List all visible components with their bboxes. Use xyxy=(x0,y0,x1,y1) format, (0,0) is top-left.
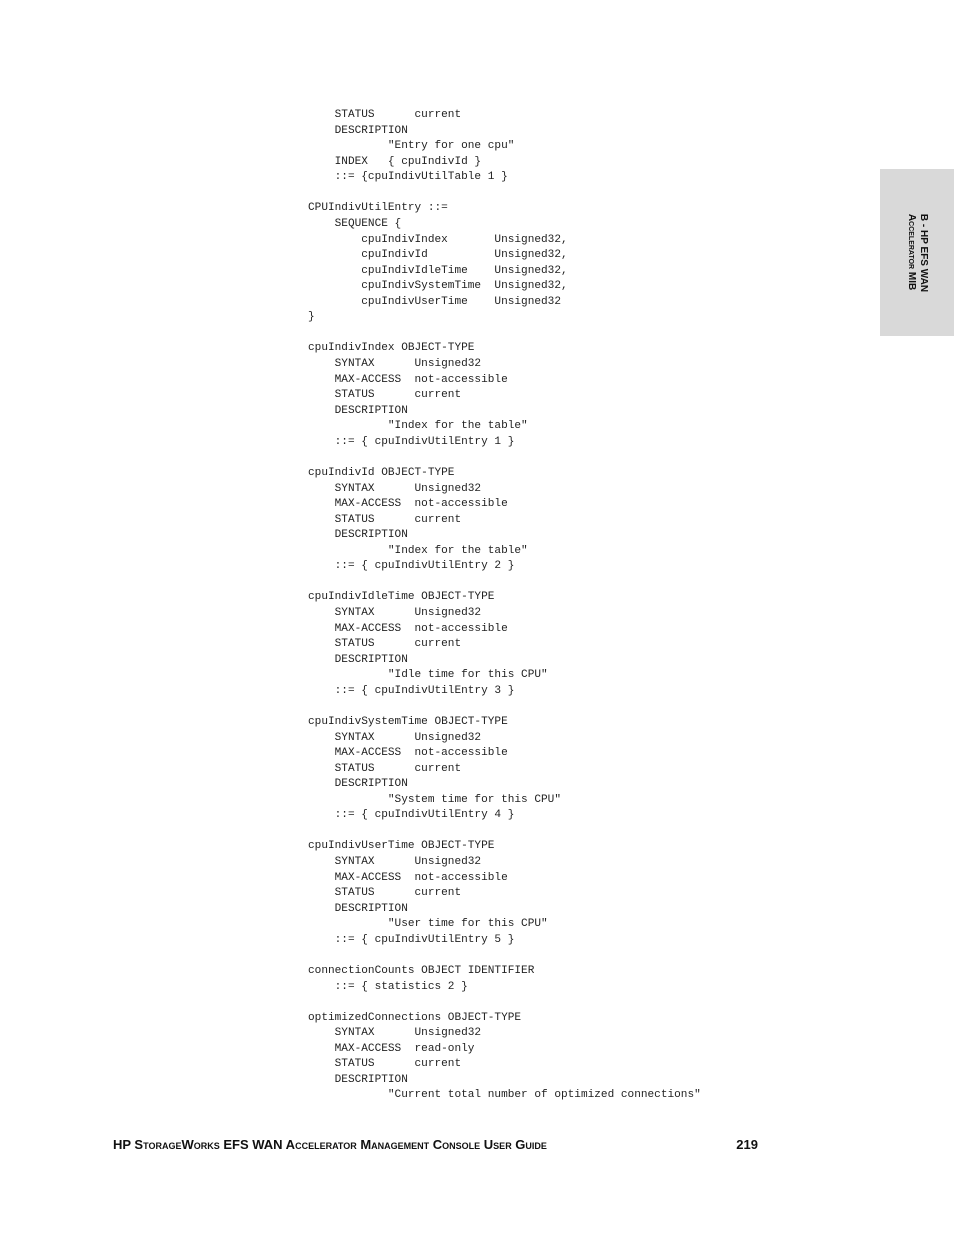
page-number: 219 xyxy=(736,1137,758,1152)
code-line: cpuIndivId Unsigned32, xyxy=(308,249,568,262)
code-line: "System time for this CPU" xyxy=(308,793,561,806)
code-line: SYNTAX Unsigned32 xyxy=(308,856,482,868)
code-line: DESCRIPTION xyxy=(308,653,408,666)
code-line: "Current total number of optimized conne… xyxy=(308,1089,701,1102)
code-line: optimizedConnections OBJECT-TYPE xyxy=(308,1011,522,1024)
code-line: SEQUENCE { xyxy=(308,217,402,230)
code-line: STATUS current xyxy=(308,109,462,121)
code-line: DESCRIPTION xyxy=(308,404,408,417)
code-line: STATUS current xyxy=(308,1058,462,1071)
code-line: SYNTAX Unsigned32 xyxy=(308,358,482,370)
code-line: MAX-ACCESS not-accessible xyxy=(308,498,508,511)
code-line: DESCRIPTION xyxy=(308,529,408,542)
chapter-tab-label: B - HP EFS WAN Accelerator MIB xyxy=(905,213,929,291)
code-line: ::= { cpuIndivUtilEntry 4 } xyxy=(308,809,515,822)
footer-guide-title: HP StorageWorks EFS WAN Accelerator Mana… xyxy=(113,1137,547,1152)
code-line: ::= { statistics 2 } xyxy=(308,980,468,993)
code-line: ::= { cpuIndivUtilEntry 5 } xyxy=(308,933,515,946)
mib-code-listing: STATUS current DESCRIPTION "Entry for on… xyxy=(308,108,701,1104)
code-line: SYNTAX Unsigned32 xyxy=(308,731,482,744)
chapter-tab-line2: Accelerator MIB xyxy=(906,213,917,290)
code-line: MAX-ACCESS not-accessible xyxy=(308,747,508,760)
code-line: STATUS current xyxy=(308,762,462,775)
code-line: "Idle time for this CPU" xyxy=(308,669,548,682)
code-line: } xyxy=(308,311,315,324)
code-line: cpuIndivIdleTime Unsigned32, xyxy=(308,264,568,277)
code-line: ::= { cpuIndivUtilEntry 2 } xyxy=(308,560,515,573)
code-line: SYNTAX Unsigned32 xyxy=(308,482,482,495)
code-line: cpuIndivIndex Unsigned32, xyxy=(308,233,568,246)
code-line: MAX-ACCESS not-accessible xyxy=(308,373,508,386)
code-line: INDEX { cpuIndivId } xyxy=(308,155,482,168)
code-line: MAX-ACCESS not-accessible xyxy=(308,622,508,635)
code-line: cpuIndivIndex OBJECT-TYPE xyxy=(308,342,475,355)
code-line: cpuIndivSystemTime OBJECT-TYPE xyxy=(308,715,508,728)
code-line: cpuIndivId OBJECT-TYPE xyxy=(308,466,455,479)
code-line: STATUS current xyxy=(308,887,462,900)
code-line: ::= { cpuIndivUtilEntry 1 } xyxy=(308,435,515,448)
code-line: STATUS current xyxy=(308,513,462,526)
code-line: DESCRIPTION xyxy=(308,124,408,137)
code-line: DESCRIPTION xyxy=(308,778,408,791)
code-line: STATUS current xyxy=(308,638,462,651)
code-line: ::= {cpuIndivUtilTable 1 } xyxy=(308,171,508,184)
code-line: SYNTAX Unsigned32 xyxy=(308,607,482,619)
code-line: MAX-ACCESS not-accessible xyxy=(308,871,508,884)
code-line: connectionCounts OBJECT IDENTIFIER xyxy=(308,964,535,977)
code-line: DESCRIPTION xyxy=(308,902,408,915)
code-line: SYNTAX Unsigned32 xyxy=(308,1027,482,1040)
code-line: DESCRIPTION xyxy=(308,1073,408,1086)
code-line: ::= { cpuIndivUtilEntry 3 } xyxy=(308,684,515,697)
code-line: "Index for the table" xyxy=(308,420,528,433)
code-line: cpuIndivSystemTime Unsigned32, xyxy=(308,280,568,293)
code-line: CPUIndivUtilEntry ::= xyxy=(308,202,448,215)
page-footer: HP StorageWorks EFS WAN Accelerator Mana… xyxy=(113,1137,758,1152)
code-line: cpuIndivUserTime OBJECT-TYPE xyxy=(308,840,495,853)
code-line: cpuIndivIdleTime OBJECT-TYPE xyxy=(308,591,495,604)
chapter-tab-line1: B - HP EFS WAN xyxy=(918,213,929,292)
code-line: cpuIndivUserTime Unsigned32 xyxy=(308,295,561,308)
code-line: STATUS current xyxy=(308,389,462,402)
code-line: "Entry for one cpu" xyxy=(308,140,515,153)
code-line: "Index for the table" xyxy=(308,544,528,557)
code-line: "User time for this CPU" xyxy=(308,918,548,931)
code-line: MAX-ACCESS read-only xyxy=(308,1042,475,1055)
chapter-side-tab: B - HP EFS WAN Accelerator MIB xyxy=(880,169,954,336)
